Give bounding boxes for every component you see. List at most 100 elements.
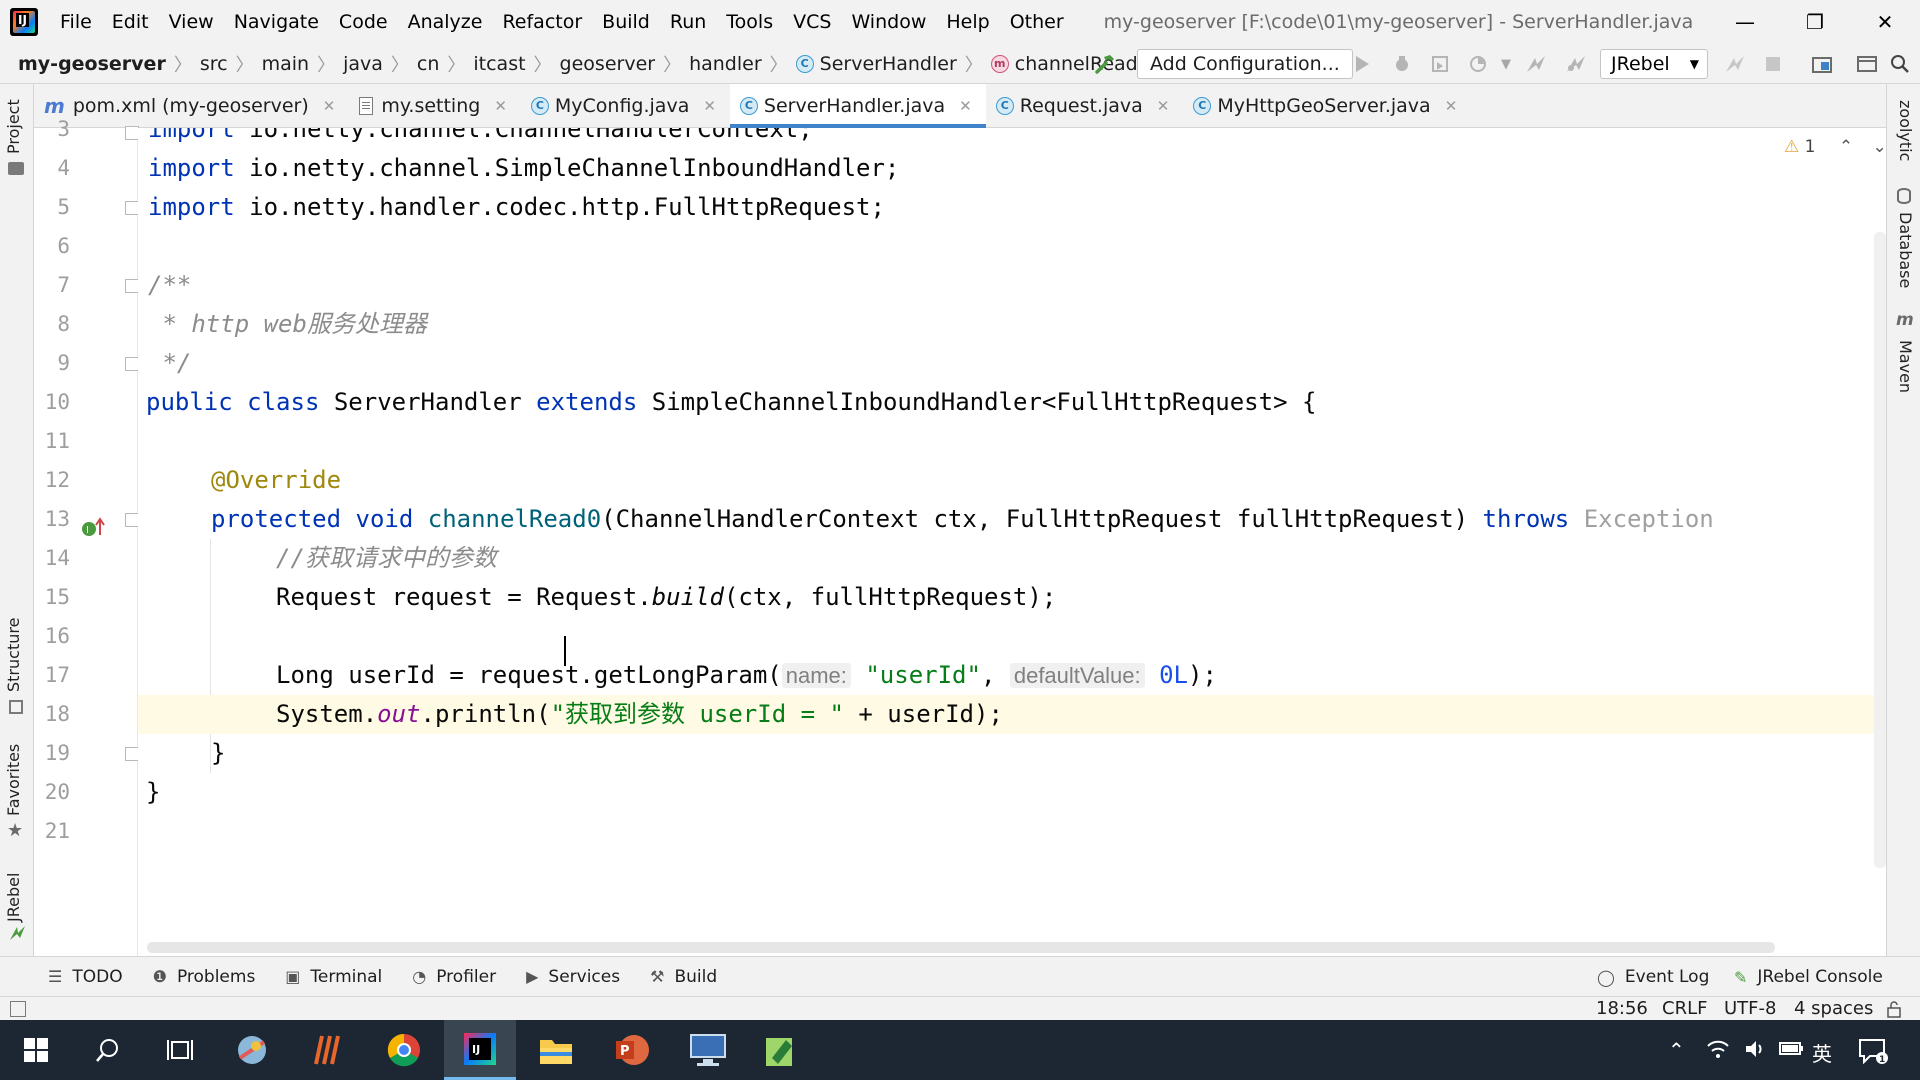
breadcrumb-cn[interactable]: cn: [417, 53, 440, 75]
breadcrumb-handler[interactable]: handler: [689, 53, 762, 75]
file-encoding[interactable]: UTF-8: [1724, 997, 1776, 1021]
tab-my-setting[interactable]: my.setting ✕: [349, 84, 521, 128]
todo-tool-button[interactable]: ☰ TODO: [48, 967, 123, 987]
fold-marker[interactable]: [125, 201, 139, 215]
line-separator[interactable]: CRLF: [1662, 997, 1707, 1021]
close-icon[interactable]: ✕: [1445, 97, 1458, 115]
menu-refactor[interactable]: Refactor: [492, 0, 592, 44]
network-icon[interactable]: [1706, 1038, 1730, 1065]
menu-other[interactable]: Other: [1000, 0, 1074, 44]
event-log-tool-button[interactable]: ◯ Event Log: [1597, 967, 1709, 987]
restore-button[interactable]: ❐: [1780, 0, 1850, 44]
fold-marker[interactable]: [125, 279, 139, 293]
breadcrumb-main[interactable]: main: [262, 53, 309, 75]
intellij-icon[interactable]: IJ: [444, 1020, 516, 1080]
stop-icon[interactable]: [1761, 52, 1785, 76]
jrebel-select[interactable]: JRebel ▼: [1600, 49, 1708, 79]
tab-myconfig[interactable]: C MyConfig.java ✕: [521, 84, 730, 128]
breadcrumb-class[interactable]: C ServerHandler: [795, 53, 957, 75]
menu-file[interactable]: File: [50, 0, 102, 44]
jrebel-sync-icon[interactable]: [1723, 52, 1747, 76]
close-icon[interactable]: ✕: [494, 97, 507, 115]
vertical-scrollbar[interactable]: [1874, 232, 1886, 868]
search-icon[interactable]: [1888, 52, 1912, 76]
tab-myhttpgeoserver[interactable]: C MyHttpGeoServer.java ✕: [1183, 84, 1471, 128]
app-icon[interactable]: [292, 1020, 364, 1080]
breadcrumb-src[interactable]: src: [200, 53, 228, 75]
fold-marker[interactable]: [125, 513, 139, 527]
breadcrumb-java[interactable]: java: [343, 53, 383, 75]
jrebel-run-icon[interactable]: [1524, 52, 1548, 76]
minimize-button[interactable]: —: [1710, 0, 1780, 44]
breadcrumb-geoserver[interactable]: geoserver: [560, 53, 656, 75]
add-configuration-button[interactable]: Add Configuration...: [1137, 49, 1353, 79]
close-icon[interactable]: ✕: [959, 97, 972, 115]
profiler-tool-button[interactable]: ◔ Profiler: [412, 967, 496, 987]
ime-indicator[interactable]: 英: [1812, 1038, 1832, 1067]
run-more-dropdown-icon[interactable]: ▼: [1494, 52, 1518, 76]
tray-overflow-icon[interactable]: ⌃: [1668, 1038, 1685, 1062]
structure-tool-button[interactable]: Structure: [4, 618, 23, 692]
menu-edit[interactable]: Edit: [102, 0, 159, 44]
menu-build[interactable]: Build: [592, 0, 660, 44]
services-tool-button[interactable]: ▶ Services: [526, 967, 620, 987]
tab-request[interactable]: C Request.java ✕: [986, 84, 1184, 128]
zoolytic-tool-button[interactable]: zoolytic: [1896, 100, 1915, 161]
favorites-tool-button[interactable]: Favorites: [4, 744, 23, 816]
menu-view[interactable]: View: [159, 0, 224, 44]
remote-desktop-icon[interactable]: [672, 1020, 744, 1080]
caret-position[interactable]: 18:56: [1596, 997, 1648, 1021]
editor-gutter[interactable]: 3 4 5 6 7 8 9 10 11 12 13 14 15 16 17 18…: [34, 117, 139, 956]
breadcrumb-project[interactable]: my-geoserver: [18, 53, 166, 75]
menu-vcs[interactable]: VCS: [783, 0, 841, 44]
build-tool-button[interactable]: ⚒ Build: [650, 967, 717, 987]
problems-tool-button[interactable]: ❶ Problems: [153, 967, 256, 987]
maven-tool-button[interactable]: Maven: [1896, 340, 1915, 393]
menu-help[interactable]: Help: [936, 0, 999, 44]
close-icon[interactable]: ✕: [1157, 97, 1170, 115]
menu-analyze[interactable]: Analyze: [398, 0, 493, 44]
file-explorer-icon[interactable]: [520, 1020, 592, 1080]
debug-icon[interactable]: [1390, 52, 1414, 76]
project-structure-icon[interactable]: [1810, 52, 1834, 76]
fold-marker[interactable]: [125, 126, 139, 140]
indent-setting[interactable]: 4 spaces: [1794, 997, 1873, 1021]
horizontal-scrollbar[interactable]: [147, 942, 1775, 953]
close-icon[interactable]: ✕: [703, 97, 716, 115]
fold-marker[interactable]: [125, 357, 139, 371]
inspection-widget[interactable]: ⚠ 1 ⌃ ⌄: [1784, 137, 1887, 157]
close-window-button[interactable]: ✕: [1850, 0, 1920, 44]
chrome-icon[interactable]: [368, 1020, 440, 1080]
jrebel-console-tool-button[interactable]: ✎ JRebel Console: [1734, 967, 1883, 987]
menu-run[interactable]: Run: [660, 0, 716, 44]
menu-tools[interactable]: Tools: [716, 0, 783, 44]
next-highlight-icon[interactable]: ⌄: [1873, 137, 1887, 157]
breadcrumb-itcast[interactable]: itcast: [473, 53, 525, 75]
powerpoint-icon[interactable]: P: [596, 1020, 668, 1080]
close-icon[interactable]: ✕: [323, 97, 336, 115]
menu-navigate[interactable]: Navigate: [224, 0, 329, 44]
override-method-icon[interactable]: I: [80, 517, 106, 544]
menu-window[interactable]: Window: [841, 0, 936, 44]
code-editor[interactable]: import io.netty.channel.ChannelHandlerCo…: [138, 128, 1874, 956]
project-tool-button[interactable]: Project: [4, 99, 23, 154]
coverage-icon[interactable]: [1428, 52, 1452, 76]
app-icon[interactable]: [216, 1020, 288, 1080]
menu-code[interactable]: Code: [329, 0, 398, 44]
battery-icon[interactable]: [1778, 1038, 1804, 1063]
task-view-icon[interactable]: [144, 1020, 216, 1080]
tab-pom-xml[interactable]: m pom.xml (my-geoserver) ✕: [34, 84, 349, 128]
database-tool-button[interactable]: Database: [1896, 212, 1915, 288]
layout-icon[interactable]: [1855, 52, 1879, 76]
jrebel-tool-button[interactable]: JRebel: [4, 873, 23, 922]
volume-icon[interactable]: [1744, 1038, 1768, 1065]
toggle-tool-windows-icon[interactable]: [10, 1001, 26, 1017]
tab-serverhandler[interactable]: C ServerHandler.java ✕: [729, 83, 986, 128]
profile-icon[interactable]: [1466, 52, 1490, 76]
terminal-tool-button[interactable]: ▣ Terminal: [285, 967, 382, 987]
run-icon[interactable]: [1350, 52, 1374, 76]
notepad-icon[interactable]: [744, 1020, 816, 1080]
build-hammer-icon[interactable]: [1093, 52, 1117, 76]
start-icon[interactable]: [0, 1020, 72, 1080]
breadcrumb-method[interactable]: m channelRead0: [990, 53, 1150, 75]
